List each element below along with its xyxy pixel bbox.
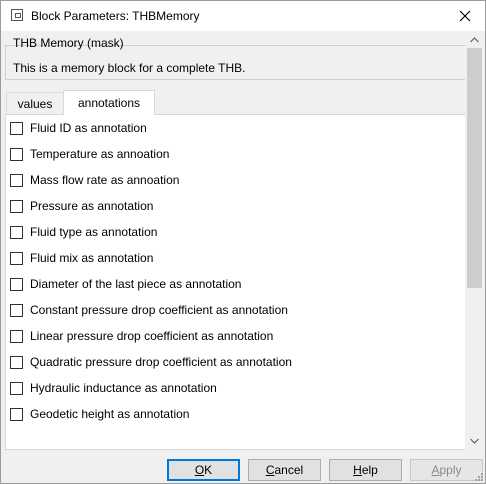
option-row[interactable]: Diameter of the last piece as annotation: [10, 275, 241, 293]
option-row[interactable]: Quadratic pressure drop coefficient as a…: [10, 353, 292, 371]
checkbox-label: Mass flow rate as annoation: [30, 173, 180, 187]
apply-mnemonic: A: [431, 463, 440, 477]
checkbox-label: Diameter of the last piece as annotation: [30, 277, 242, 291]
checkbox-label: Quadratic pressure drop coefficient as a…: [30, 355, 292, 369]
cancel-button[interactable]: Cancel: [248, 459, 321, 481]
checkbox[interactable]: [10, 407, 23, 421]
option-row[interactable]: Fluid mix as annotation: [10, 249, 153, 267]
chevron-down-icon: [470, 438, 479, 444]
checkbox-label: Geodetic height as annotation: [30, 407, 190, 421]
checkbox-label: Fluid type as annotation: [30, 225, 158, 239]
tab-values[interactable]: values: [6, 92, 64, 114]
close-button[interactable]: [445, 1, 485, 31]
checkbox-label: Temperature as annoation: [30, 147, 170, 161]
cancel-mnemonic: C: [265, 463, 275, 477]
option-row[interactable]: Linear pressure drop coefficient as anno…: [10, 327, 273, 345]
title-bar[interactable]: Block Parameters: THBMemory: [1, 1, 485, 31]
annotations-panel: Fluid ID as annotation Temperature as an…: [5, 114, 465, 450]
checkbox-label: Pressure as annotation: [30, 199, 154, 213]
checkbox[interactable]: [10, 381, 23, 395]
ok-mnemonic: O: [194, 463, 205, 477]
help-label: elp: [361, 463, 378, 477]
checkbox-label: Fluid ID as annotation: [30, 121, 147, 135]
option-row[interactable]: Hydraulic inductance as annotation: [10, 379, 217, 397]
mask-group-label: THB Memory (mask): [13, 36, 124, 50]
vertical-scrollbar[interactable]: [465, 31, 484, 449]
window-title: Block Parameters: THBMemory: [31, 9, 200, 23]
checkbox[interactable]: [10, 251, 23, 265]
help-button[interactable]: Help: [329, 459, 402, 481]
resize-grip-icon[interactable]: [474, 472, 484, 482]
option-row[interactable]: Fluid ID as annotation: [10, 119, 147, 137]
apply-button[interactable]: Apply: [410, 459, 483, 481]
checkbox[interactable]: [10, 329, 23, 343]
checkbox-label: Fluid mix as annotation: [30, 251, 154, 265]
mask-description: This is a memory block for a complete TH…: [13, 61, 246, 75]
checkbox-label: Constant pressure drop coefficient as an…: [30, 303, 288, 317]
checkbox[interactable]: [10, 225, 23, 239]
checkbox[interactable]: [10, 147, 23, 161]
option-row[interactable]: Mass flow rate as annoation: [10, 171, 179, 189]
scroll-up-button[interactable]: [465, 31, 484, 48]
tab-annotations-label: annotations: [77, 96, 141, 110]
checkbox[interactable]: [10, 121, 23, 135]
ok-button[interactable]: OK: [167, 459, 240, 481]
scroll-thumb[interactable]: [467, 48, 482, 288]
checkbox[interactable]: [10, 199, 23, 213]
apply-label: pply: [439, 463, 462, 477]
option-row[interactable]: Pressure as annotation: [10, 197, 153, 215]
checkbox-label: Hydraulic inductance as annotation: [30, 381, 217, 395]
tab-annotations[interactable]: annotations: [63, 90, 155, 115]
option-row[interactable]: Fluid type as annotation: [10, 223, 157, 241]
checkbox[interactable]: [10, 277, 23, 291]
dialog-window: Block Parameters: THBMemory THB Memory (…: [0, 0, 486, 484]
simulink-block-icon: [11, 9, 23, 21]
option-row[interactable]: Temperature as annoation: [10, 145, 169, 163]
checkbox[interactable]: [10, 355, 23, 369]
option-row[interactable]: Geodetic height as annotation: [10, 405, 189, 423]
scroll-down-button[interactable]: [465, 432, 484, 449]
help-mnemonic: H: [353, 463, 362, 477]
tab-values-label: values: [17, 96, 53, 111]
cancel-label: ancel: [274, 463, 304, 477]
checkbox-label: Linear pressure drop coefficient as anno…: [30, 329, 274, 343]
ok-label: K: [204, 463, 213, 477]
chevron-up-icon: [470, 36, 479, 42]
checkbox[interactable]: [10, 303, 23, 317]
option-row[interactable]: Constant pressure drop coefficient as an…: [10, 301, 288, 319]
checkbox[interactable]: [10, 173, 23, 187]
close-icon: [459, 10, 471, 22]
